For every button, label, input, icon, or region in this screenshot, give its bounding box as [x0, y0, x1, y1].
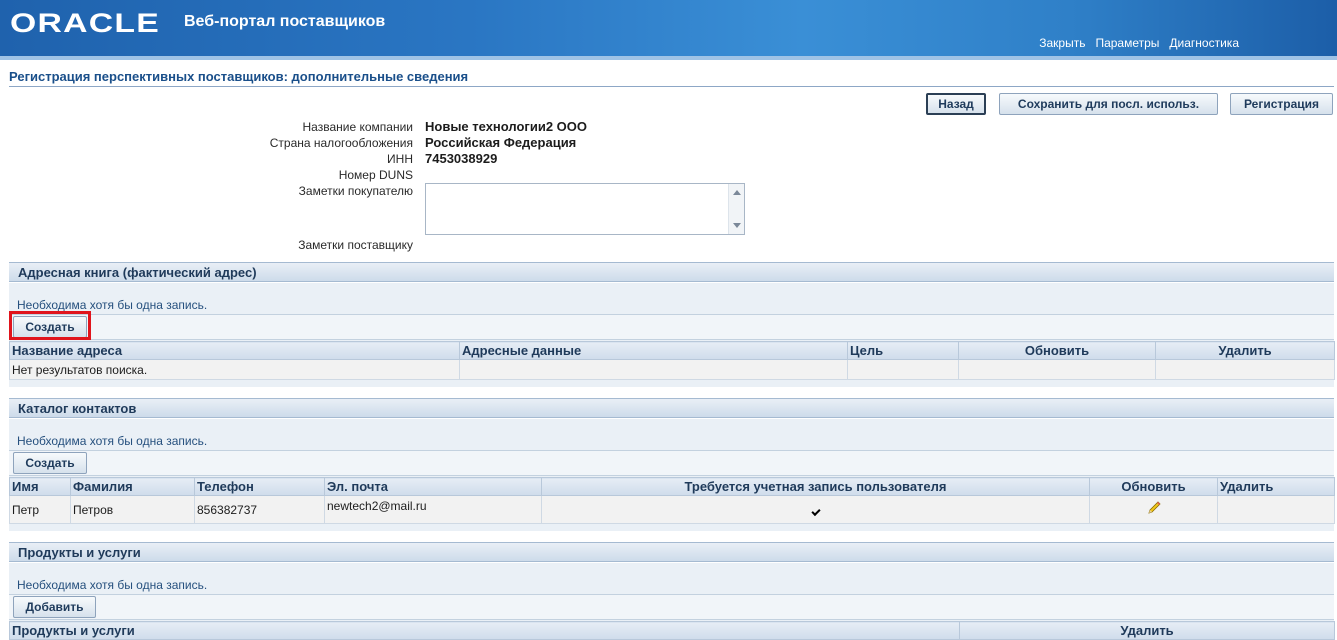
preferences-link[interactable]: Параметры: [1095, 36, 1159, 50]
close-link[interactable]: Закрыть: [1039, 36, 1085, 50]
col-delete: Удалить: [1155, 341, 1335, 360]
contacts-table-header: Имя Фамилия Телефон Эл. почта Требуется …: [9, 477, 1335, 496]
col-delete: Удалить: [959, 621, 1335, 640]
global-links: Закрыть Параметры Диагностика: [1039, 36, 1239, 50]
address-book-header: Адресная книга (фактический адрес): [9, 262, 1334, 282]
col-address-data[interactable]: Адресные данные: [459, 341, 848, 360]
col-address-name[interactable]: Название адреса: [9, 341, 460, 360]
last-name-cell: Петров: [70, 495, 195, 524]
phone-cell: 856382737: [194, 495, 325, 524]
oracle-logo: ORACLE: [10, 8, 160, 38]
col-update: Обновить: [1089, 477, 1218, 496]
textarea-scrollbar[interactable]: [728, 184, 744, 234]
company-value: Новые технологии2 ООО: [425, 119, 587, 134]
checkmark-icon: [810, 506, 821, 516]
portal-title: Веб-портал поставщиков: [184, 13, 386, 30]
scroll-down-icon[interactable]: [733, 223, 741, 228]
products-toolbar: [9, 594, 1334, 620]
delete-cell: [1217, 495, 1335, 524]
col-email[interactable]: Эл. почта: [324, 477, 542, 496]
pencil-icon[interactable]: [1146, 500, 1162, 516]
inn-value: 7453038929: [425, 151, 498, 166]
table-row: Нет результатов поиска.: [9, 359, 1335, 380]
back-button[interactable]: Назад: [926, 93, 986, 115]
col-last-name[interactable]: Фамилия: [70, 477, 195, 496]
create-contact-button[interactable]: Создать: [13, 452, 87, 474]
buyer-notes-label: Заметки покупателю: [298, 184, 413, 198]
no-results-text: Нет результатов поиска.: [9, 359, 460, 380]
contacts-toolbar: [9, 450, 1334, 476]
contacts-header: Каталог контактов: [9, 398, 1334, 418]
col-update: Обновить: [958, 341, 1156, 360]
page-title: Регистрация перспективных поставщиков: д…: [9, 69, 1334, 87]
address-book-toolbar: [9, 314, 1334, 340]
products-table: Продукты и услуги Удалить: [9, 621, 1335, 640]
table-cell: [847, 359, 959, 380]
col-account-required: Требуется учетная запись пользователя: [541, 477, 1090, 496]
country-label: Страна налогообложения: [269, 136, 413, 150]
address-book-hint: Необходима хотя бы одна запись.: [17, 298, 208, 312]
buyer-notes-textarea[interactable]: [425, 183, 745, 235]
email-cell: newtech2@mail.ru: [324, 495, 542, 524]
table-cell: [1155, 359, 1335, 380]
table-cell: [459, 359, 848, 380]
register-button[interactable]: Регистрация: [1230, 93, 1333, 115]
contacts-table: Имя Фамилия Телефон Эл. почта Требуется …: [9, 477, 1335, 524]
products-hint: Необходима хотя бы одна запись.: [17, 578, 208, 592]
address-table: Название адреса Адресные данные Цель Обн…: [9, 341, 1335, 380]
col-purpose[interactable]: Цель: [847, 341, 959, 360]
col-phone[interactable]: Телефон: [194, 477, 325, 496]
diagnostics-link[interactable]: Диагностика: [1169, 36, 1239, 50]
duns-label: Номер DUNS: [338, 168, 413, 182]
country-value: Российская Федерация: [425, 135, 577, 150]
table-cell: [958, 359, 1156, 380]
app-header: ORACLE Веб-портал поставщиков Закрыть Па…: [0, 0, 1337, 60]
col-first-name[interactable]: Имя: [9, 477, 71, 496]
supplier-notes-label: Заметки поставщику: [298, 238, 413, 252]
table-row: Петр Петров 856382737 newtech2@mail.ru: [9, 495, 1335, 524]
highlight-outline: [9, 311, 91, 340]
inn-label: ИНН: [387, 152, 413, 166]
update-cell: [1089, 495, 1218, 524]
products-table-header: Продукты и услуги Удалить: [9, 621, 1335, 640]
col-delete: Удалить: [1217, 477, 1335, 496]
col-products[interactable]: Продукты и услуги: [9, 621, 960, 640]
company-label: Название компании: [302, 120, 413, 134]
address-table-header: Название адреса Адресные данные Цель Обн…: [9, 341, 1335, 360]
contacts-hint: Необходима хотя бы одна запись.: [17, 434, 208, 448]
add-product-button[interactable]: Добавить: [13, 596, 96, 618]
scroll-up-icon[interactable]: [733, 190, 741, 195]
account-required-cell: [541, 495, 1090, 524]
save-for-later-button[interactable]: Сохранить для посл. использ.: [999, 93, 1218, 115]
first-name-cell: Петр: [9, 495, 71, 524]
products-header: Продукты и услуги: [9, 542, 1334, 562]
